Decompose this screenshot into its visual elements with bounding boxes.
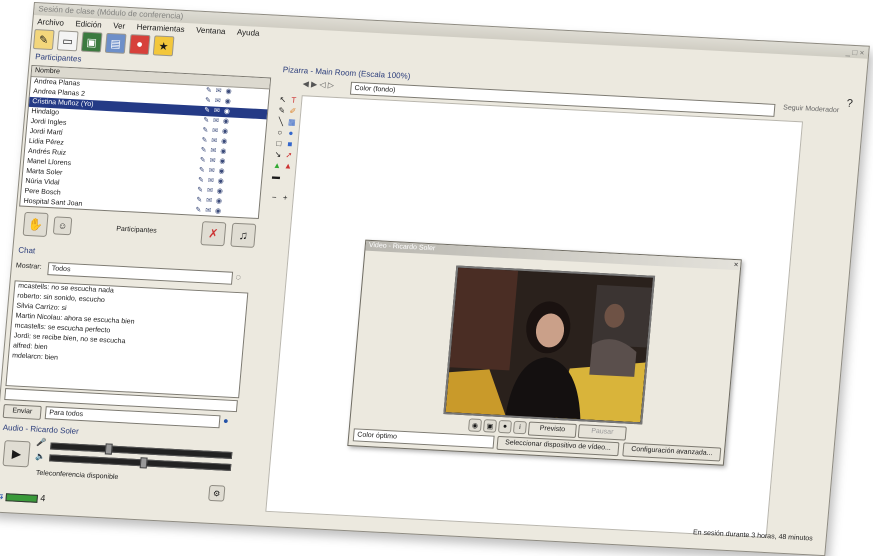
follow-moderator-label: Seguir Moderador xyxy=(782,104,840,115)
star-icon[interactable]: ★ xyxy=(152,35,175,57)
text-tool-icon[interactable]: T xyxy=(289,96,299,105)
camera-icon[interactable]: ◉ xyxy=(467,418,483,432)
record-video-icon[interactable]: ● xyxy=(497,419,513,434)
fill-tool-icon[interactable]: ▦ xyxy=(287,117,297,126)
folder-icon[interactable]: ▤ xyxy=(104,32,127,54)
line-tool-icon[interactable]: ╲ xyxy=(276,117,286,126)
network-icon: ⇆ xyxy=(0,490,4,502)
participant-name: Núria Vidal xyxy=(25,177,60,187)
connection-meter xyxy=(5,492,39,503)
hand-raise-icon[interactable]: ✋ xyxy=(22,211,49,237)
deny-icon[interactable]: ✗ xyxy=(200,221,227,247)
advanced-config-button[interactable]: Configuración avanzada... xyxy=(622,442,722,462)
share-icon[interactable]: ▭ xyxy=(56,30,79,52)
menu-help[interactable]: Ayuda xyxy=(237,28,260,38)
participants-tools-label: Participantes xyxy=(115,225,157,235)
participant-name: Andrés Ruiz xyxy=(27,147,67,157)
help-icon[interactable]: ? xyxy=(846,98,853,110)
show-label: Mostrar: xyxy=(15,262,42,271)
menu-tools[interactable]: Herramientas xyxy=(136,22,185,33)
audio-settings-icon[interactable]: ⚙ xyxy=(208,484,226,502)
pointer-tool-icon[interactable]: ➚ xyxy=(284,150,294,159)
video-tool-icons: ◉ ▣ ● i xyxy=(467,418,528,435)
participant-name: Hospital Sant Joan xyxy=(23,197,83,208)
left-column: Participantes Nombre Andrea Planas ✎✉◉ An… xyxy=(0,51,275,514)
mic-level-icon: 🎤 xyxy=(36,437,47,448)
image-tool-icon[interactable]: ▲ xyxy=(272,161,282,170)
participant-name: Pere Bosch xyxy=(24,187,61,197)
video-feed xyxy=(443,265,656,425)
screen-tool-icon[interactable]: ▬ xyxy=(271,172,281,181)
menu-file[interactable]: Archivo xyxy=(37,17,64,27)
whiteboard-canvas[interactable]: Video - Ricardo Soler × ◉ ▣ ● i Previsto… xyxy=(265,95,804,539)
chat-log[interactable]: mcastells: no se escucha nada roberto: s… xyxy=(5,280,249,399)
preview-button[interactable]: Previsto xyxy=(527,421,577,438)
app-window: Sesión de clase (Módulo de conferencia) … xyxy=(0,2,870,556)
record-icon[interactable]: ● xyxy=(128,34,151,56)
audio-status: Teleconferencia disponible xyxy=(35,469,119,482)
status-count: 4 xyxy=(39,493,46,504)
mic-slider-thumb[interactable] xyxy=(104,443,113,455)
participant-name: Hindalgo xyxy=(31,108,60,117)
participant-name: Marta Soler xyxy=(25,167,63,177)
refresh-icon[interactable]: ◌ xyxy=(235,272,241,282)
arrow-tool-icon[interactable]: ↘ xyxy=(273,150,283,159)
menu-window[interactable]: Ventana xyxy=(196,26,226,37)
monitor-icon[interactable]: ▣ xyxy=(80,31,103,53)
filled-ellipse-icon[interactable]: ● xyxy=(286,128,296,138)
info-icon[interactable]: i xyxy=(512,420,528,435)
video-image xyxy=(445,267,653,423)
zoom-out-icon[interactable]: − xyxy=(269,193,279,202)
menu-view[interactable]: Ver xyxy=(113,21,126,31)
mic-icon[interactable]: ♫ xyxy=(230,222,257,248)
whiteboard-area: Pizarra - Main Room (Escala 100%) ◀ ▶ ◁ … xyxy=(241,64,860,545)
video-window-title: Video - Ricardo Soler xyxy=(365,240,741,271)
scene: Sesión de clase (Módulo de conferencia) … xyxy=(0,0,873,556)
filled-rect-icon[interactable]: ■ xyxy=(285,139,295,148)
send-button[interactable]: Enviar xyxy=(2,403,42,420)
speaker-icon: 🔈 xyxy=(35,451,46,462)
participant-status-icons: ✎✉◉ xyxy=(195,206,226,216)
participant-name: Andrea Planas xyxy=(33,78,81,88)
emoticon-icon[interactable]: ☺ xyxy=(52,216,73,236)
left-status: ⇆ 4 xyxy=(0,490,46,505)
select-tool-icon[interactable]: ↖ xyxy=(278,95,288,104)
chat-panel: Chat Mostrar: Todos ◌ mcastells: no se e… xyxy=(1,244,255,429)
nav-icons[interactable]: ◀ ▶ ◁ ▷ xyxy=(302,79,334,90)
participant-name: Jordi Martí xyxy=(29,127,64,137)
close-icon[interactable]: × xyxy=(733,260,738,270)
send-icon[interactable]: ● xyxy=(223,415,229,425)
highlighter-icon[interactable]: ✐ xyxy=(288,106,298,116)
ellipse-tool-icon[interactable]: ○ xyxy=(275,128,285,137)
participants-list[interactable]: Nombre Andrea Planas ✎✉◉ Andrea Planas 2 ✎… xyxy=(19,64,272,220)
pen-tool-icon[interactable]: ✎ xyxy=(277,106,287,115)
talk-button[interactable]: ▶ xyxy=(2,440,31,468)
whiteboard-icon[interactable]: ✎ xyxy=(32,29,55,51)
zoom-in-icon[interactable]: + xyxy=(280,193,290,202)
speaker-slider-thumb[interactable] xyxy=(139,457,148,469)
menu-edit[interactable]: Edición xyxy=(75,19,102,29)
participant-name: Lidia Pérez xyxy=(28,137,65,147)
participant-name: Manel Llorens xyxy=(26,157,72,168)
participant-name: Jordi Ingles xyxy=(30,117,67,127)
video-window: Video - Ricardo Soler × ◉ ▣ ● i Previsto… xyxy=(347,239,742,466)
participant-name: Andrea Planas 2 xyxy=(32,88,86,98)
pause-button[interactable]: Pausar xyxy=(577,424,627,441)
stamp-tool-icon[interactable]: ▲ xyxy=(283,161,293,170)
rect-tool-icon[interactable]: □ xyxy=(274,139,284,148)
snapshot-icon[interactable]: ▣ xyxy=(482,419,498,433)
